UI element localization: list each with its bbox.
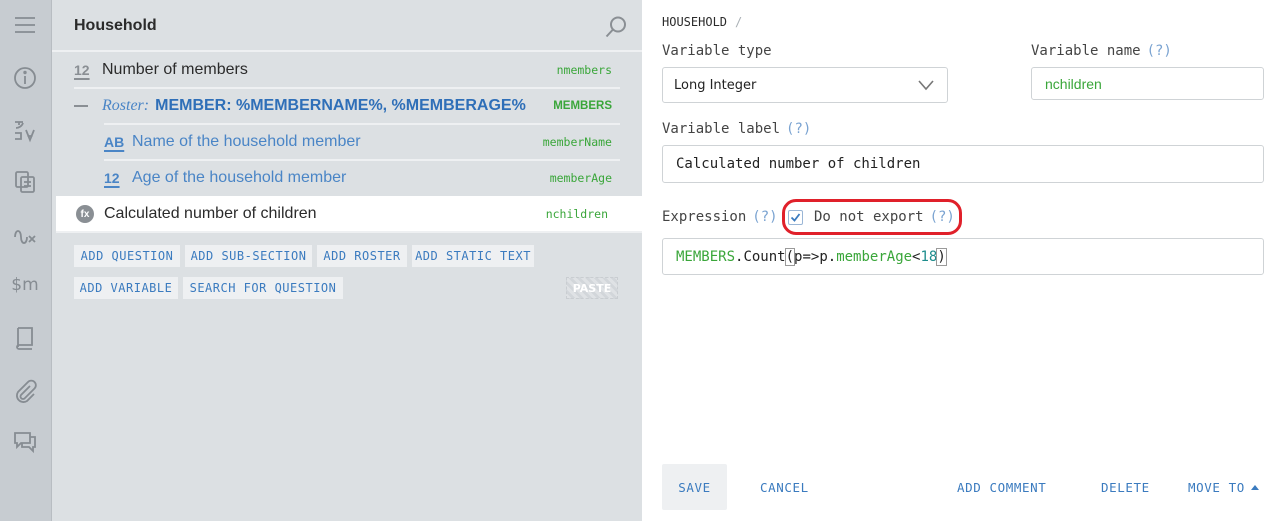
search-icon[interactable]: [604, 15, 628, 39]
variable-fx-icon: fx: [76, 205, 94, 223]
help-icon[interactable]: (?): [1147, 43, 1172, 59]
chevron-down-icon: [917, 78, 935, 92]
add-static-text-button[interactable]: ADD STATIC TEXT: [412, 245, 534, 267]
expression-editor[interactable]: MEMBERS .Count(p=>p. memberAge <18): [662, 238, 1264, 275]
attachment-icon[interactable]: [11, 377, 39, 405]
tree-item-label: Number of members: [102, 61, 248, 78]
expression-token: p=>p.: [794, 248, 837, 265]
expression-label: Expression (?): [662, 209, 778, 225]
move-to-button[interactable]: MOVE TO: [1188, 480, 1259, 495]
tree-item-label: Age of the household member: [132, 169, 347, 186]
expression-token: .Count: [735, 248, 786, 265]
book-icon[interactable]: [11, 324, 39, 352]
tree-item-variable: nmembers: [556, 63, 612, 77]
do-not-export-text: Do not export: [814, 209, 924, 225]
tree-item-variable: nchildren: [545, 207, 608, 221]
move-to-label: MOVE TO: [1188, 480, 1245, 495]
copy-icon[interactable]: [11, 168, 39, 196]
roster-variable: MEMBERS: [553, 100, 612, 112]
expression-token: ): [936, 247, 947, 266]
tree-item-membername[interactable]: AB Name of the household member memberNa…: [104, 124, 620, 160]
tree-item-variable: memberName: [542, 135, 612, 149]
do-not-export-checkbox[interactable]: [788, 210, 803, 225]
breadcrumb-separator: /: [735, 15, 743, 29]
add-variable-button[interactable]: ADD VARIABLE: [74, 277, 178, 299]
help-icon[interactable]: (?): [930, 209, 955, 225]
variable-label-value: Calculated number of children: [676, 156, 921, 172]
add-comment-button[interactable]: ADD COMMENT: [957, 480, 1046, 495]
roster-title: MEMBER: %MEMBERNAME%, %MEMBERAGE%: [155, 97, 526, 114]
delete-button[interactable]: DELETE: [1101, 480, 1150, 495]
variable-label-label: Variable label (?): [662, 121, 811, 137]
info-icon[interactable]: [11, 64, 39, 92]
caret-up-icon: [1250, 485, 1259, 490]
breadcrumb-section[interactable]: HOUSEHOLD: [662, 15, 727, 29]
numeric-question-icon: 12: [74, 62, 90, 78]
variable-type-select[interactable]: Long Integer: [662, 67, 948, 103]
help-icon[interactable]: (?): [752, 209, 777, 225]
expression-token: MEMBERS: [676, 248, 736, 265]
variable-editor: HOUSEHOLD / Variable type Long Integer Va…: [642, 0, 1285, 521]
variable-name-label: Variable name (?): [1031, 43, 1172, 59]
tree-item-variable: memberAge: [549, 171, 612, 185]
tree-item-label: Calculated number of children: [104, 205, 317, 222]
tree-item-nmembers[interactable]: 12 Number of members nmembers: [74, 52, 620, 88]
lookup-tables-icon[interactable]: $m: [11, 271, 39, 299]
tree-item-roster-members[interactable]: Roster: MEMBER: %MEMBERNAME%, %MEMBERAGE…: [74, 88, 620, 124]
paste-button: PASTE: [566, 277, 618, 299]
breadcrumb: HOUSEHOLD /: [662, 15, 742, 29]
variable-type-value: Long Integer: [674, 77, 757, 93]
icon-rail: $m: [0, 0, 52, 521]
tree-item-label: Name of the household member: [132, 133, 361, 150]
help-icon[interactable]: (?): [786, 121, 811, 137]
macros-icon[interactable]: [11, 220, 39, 248]
roster-collapse-icon[interactable]: [74, 105, 88, 107]
text-question-icon: AB: [104, 134, 125, 150]
expression-label-text: Expression: [662, 209, 747, 225]
variable-label-input[interactable]: Calculated number of children: [662, 145, 1264, 183]
expression-token: memberAge: [836, 248, 913, 265]
tree-item-memberage[interactable]: 12 Age of the household member memberAge: [104, 160, 620, 196]
variable-type-label-text: Variable type: [662, 43, 772, 59]
add-question-button[interactable]: ADD QUESTION: [74, 245, 180, 267]
cancel-button[interactable]: CANCEL: [760, 480, 809, 495]
numeric-question-icon: 12: [104, 170, 120, 186]
expression-token: (: [784, 247, 796, 266]
tree-item-nchildren-selected[interactable]: fx Calculated number of children nchildr…: [56, 196, 642, 232]
variable-type-label: Variable type: [662, 43, 772, 59]
section-title: Household: [74, 17, 157, 34]
search-for-question-button[interactable]: SEARCH FOR QUESTION: [183, 277, 343, 299]
tree-header: Household: [52, 0, 642, 52]
add-roster-button[interactable]: ADD ROSTER: [317, 245, 407, 267]
comments-icon[interactable]: [11, 428, 39, 456]
variable-label-label-text: Variable label: [662, 121, 781, 137]
save-button[interactable]: SAVE: [662, 464, 727, 510]
questionnaire-tree: Household 12 Number of members nmembers …: [52, 0, 642, 521]
expression-token: <: [912, 248, 921, 265]
add-sub-section-button[interactable]: ADD SUB-SECTION: [185, 245, 312, 267]
do-not-export-label[interactable]: Do not export (?): [814, 209, 955, 225]
variable-name-input[interactable]: nchildren: [1031, 67, 1264, 100]
variable-name-label-text: Variable name: [1031, 43, 1141, 59]
roster-prefix: Roster:: [102, 97, 150, 114]
translation-icon[interactable]: [11, 116, 39, 144]
divider: [56, 231, 642, 233]
expression-token: 18: [920, 248, 938, 265]
menu-icon[interactable]: [11, 11, 39, 39]
variable-name-value: nchildren: [1045, 75, 1102, 92]
